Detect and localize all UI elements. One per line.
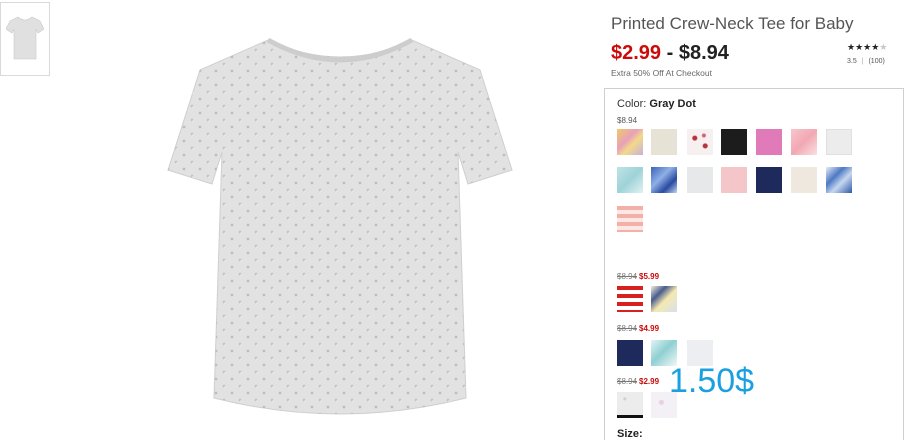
star-empty-icon: ★ xyxy=(879,42,888,52)
selected-color-name: Gray Dot xyxy=(649,98,696,110)
swatch-coral-stripe[interactable] xyxy=(617,206,643,232)
sale-price: $5.99 xyxy=(639,272,660,281)
product-title: Printed Crew-Neck Tee for Baby xyxy=(611,14,854,33)
rating-value: 3.5 xyxy=(847,58,857,65)
color-label: Color: Gray Dot xyxy=(617,98,696,110)
rating-separator: | xyxy=(861,58,864,65)
price-low: $2.99 xyxy=(611,42,662,64)
star-icon: ★ xyxy=(847,42,856,52)
product-thumbnail[interactable] xyxy=(0,2,50,76)
swatch-blue-floral[interactable] xyxy=(826,167,852,193)
original-price: $8.94 xyxy=(617,377,638,386)
product-main-image xyxy=(140,18,540,436)
swatch-beige[interactable] xyxy=(651,129,677,155)
star-rating[interactable]: ★★★★★ xyxy=(847,42,887,53)
swatch-black[interactable] xyxy=(721,129,747,155)
swatch-pink-floral[interactable] xyxy=(791,129,817,155)
promo-text: Extra 50% Off At Checkout xyxy=(611,68,712,78)
swatch-cream[interactable] xyxy=(791,167,817,193)
swatch-floral-yellow[interactable] xyxy=(617,129,643,155)
price-range: $2.99 - $8.94 xyxy=(611,42,729,65)
sale-price-group-1: $8.94 $5.99 xyxy=(617,272,659,281)
sale-price-group-3: $8.94 $2.99 xyxy=(617,377,659,386)
review-count[interactable]: (100) xyxy=(868,58,884,65)
swatch-navy[interactable] xyxy=(756,167,782,193)
overlay-price-annotation: 1.50$ xyxy=(669,362,755,400)
color-label-prefix: Color: xyxy=(617,98,647,110)
original-price: $8.94 xyxy=(617,324,638,333)
swatch-blue-abstract[interactable] xyxy=(651,167,677,193)
swatch-aqua-print[interactable] xyxy=(617,167,643,193)
price-high: $8.94 xyxy=(678,42,729,64)
swatch-pink[interactable] xyxy=(756,129,782,155)
sale-price: $2.99 xyxy=(639,377,660,386)
swatch-white-red-dots[interactable] xyxy=(687,129,713,155)
swatch-light-pink[interactable] xyxy=(721,167,747,193)
star-icon: ★ xyxy=(855,42,864,52)
sale-price: $4.99 xyxy=(639,324,660,333)
sale-price-group-2: $8.94 $4.99 xyxy=(617,324,659,333)
rating-meta[interactable]: 3.5 | (100) xyxy=(847,58,885,65)
swatch-gray-dot[interactable] xyxy=(617,392,643,418)
color-price: $8.94 xyxy=(617,116,638,125)
swatch-navy[interactable] xyxy=(617,340,643,366)
swatch-pale-gray[interactable] xyxy=(687,167,713,193)
swatch-red-stripe[interactable] xyxy=(617,286,643,312)
size-label: Size: xyxy=(617,428,643,440)
original-price: $8.94 xyxy=(617,272,638,281)
price-separator: - xyxy=(661,42,679,64)
swatch-light-gray[interactable] xyxy=(826,129,852,155)
swatch-cartoon-print[interactable] xyxy=(651,286,677,312)
shirt-thumbnail-image xyxy=(6,16,44,60)
